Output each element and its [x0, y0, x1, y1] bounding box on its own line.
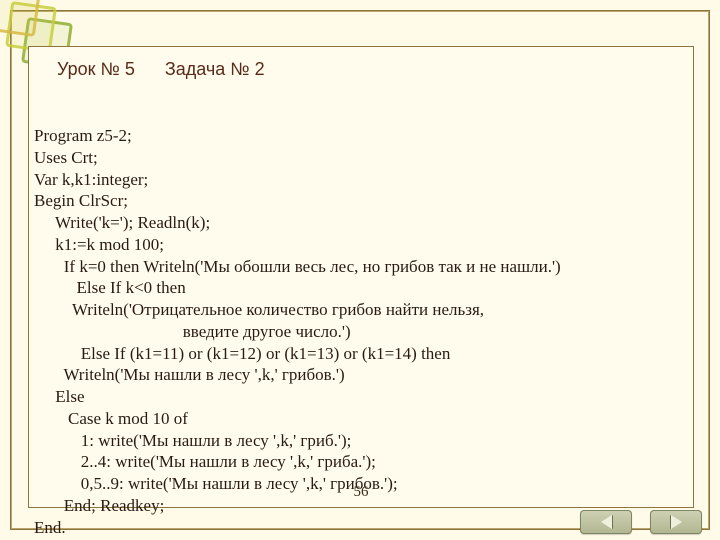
next-slide-button[interactable] — [650, 510, 702, 534]
slide-title: Урок № 5 Задача № 2 — [57, 59, 665, 80]
nav-controls — [580, 510, 702, 534]
page-number: 56 — [29, 484, 693, 501]
content-frame: Урок № 5 Задача № 2 Program z5-2; Uses C… — [28, 46, 694, 508]
arrow-left-icon — [601, 515, 612, 529]
previous-slide-button[interactable] — [580, 510, 632, 534]
task-label: Задача № 2 — [165, 59, 265, 79]
arrow-right-icon — [671, 515, 682, 529]
code-block: Program z5-2; Uses Crt; Var k,k1:integer… — [34, 125, 679, 538]
lesson-label: Урок № 5 — [57, 59, 135, 79]
